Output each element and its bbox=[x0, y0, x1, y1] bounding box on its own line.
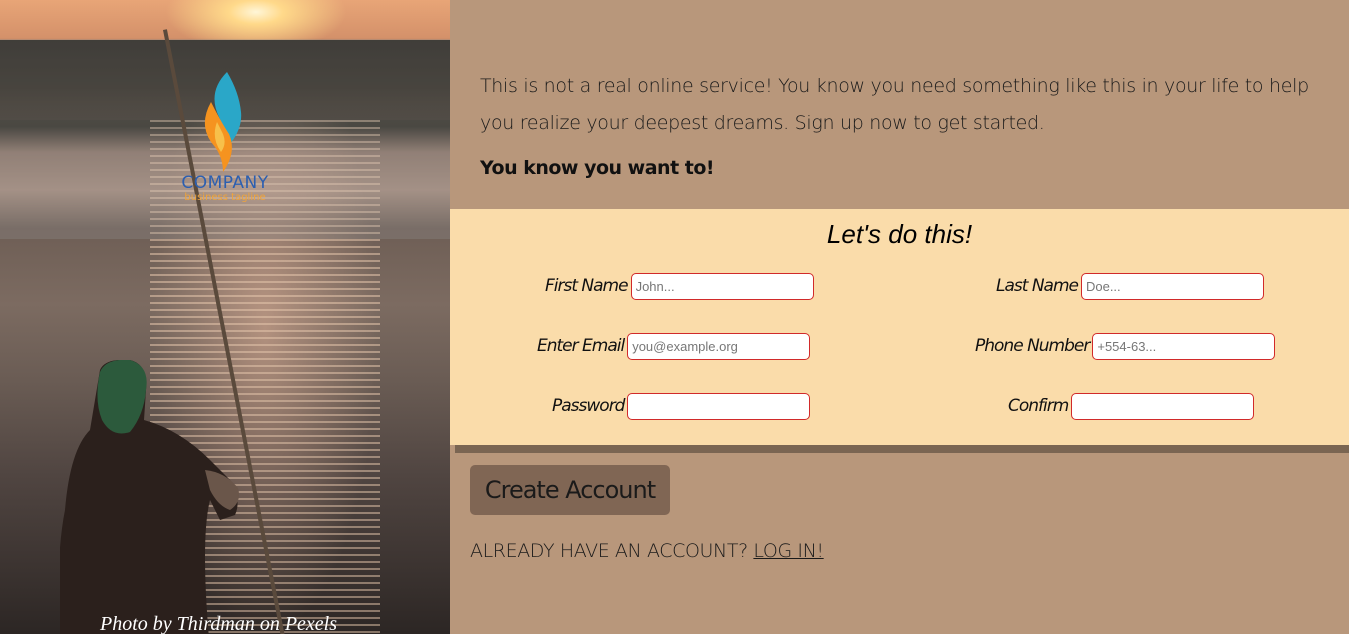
confirm-row: Confirm bbox=[1008, 392, 1255, 420]
first-name-row: First Name bbox=[545, 272, 814, 300]
fisherman-silhouette bbox=[60, 360, 239, 634]
first-name-input[interactable] bbox=[630, 272, 814, 300]
confirm-password-input[interactable] bbox=[1071, 392, 1255, 420]
email-row: Enter Email bbox=[537, 332, 811, 360]
phone-input[interactable] bbox=[1092, 332, 1276, 360]
signup-form: Let's do this! First Name Last Name Ente… bbox=[450, 209, 1349, 445]
phone-label: Phone Number bbox=[975, 336, 1090, 356]
intro-text: This is not a real online service! You k… bbox=[480, 75, 1309, 134]
intro-section: This is not a real online service! You k… bbox=[480, 68, 1330, 187]
password-label: Password bbox=[552, 396, 625, 416]
logo-brand-text: COMPANY bbox=[181, 173, 269, 193]
form-divider bbox=[455, 445, 1349, 453]
password-row: Password bbox=[552, 392, 811, 420]
photo-credit: Photo by Thirdman on Pexels bbox=[100, 613, 338, 634]
login-prompt: ALREADY HAVE AN ACCOUNT? LOG IN! bbox=[470, 540, 824, 562]
hero-photo: COMPANY business tagline Photo by Thirdm… bbox=[0, 0, 450, 634]
password-input[interactable] bbox=[627, 392, 811, 420]
email-input[interactable] bbox=[627, 332, 811, 360]
last-name-label: Last Name bbox=[996, 276, 1079, 296]
flame-icon bbox=[204, 72, 242, 172]
login-prompt-text: ALREADY HAVE AN ACCOUNT? bbox=[470, 540, 748, 562]
first-name-label: First Name bbox=[545, 276, 629, 296]
last-name-row: Last Name bbox=[996, 272, 1264, 300]
phone-row: Phone Number bbox=[975, 332, 1276, 360]
login-link[interactable]: LOG IN! bbox=[753, 540, 824, 562]
create-account-button[interactable]: Create Account bbox=[470, 465, 670, 515]
confirm-label: Confirm bbox=[1008, 396, 1069, 416]
signup-page: COMPANY business tagline Photo by Thirdm… bbox=[0, 0, 1349, 634]
form-title: Let's do this! bbox=[826, 219, 973, 249]
intro-emphasis: You know you want to! bbox=[480, 157, 715, 179]
logo-tagline-text: business tagline bbox=[184, 192, 266, 203]
signup-content: This is not a real online service! You k… bbox=[450, 0, 1349, 634]
email-label: Enter Email bbox=[537, 336, 625, 356]
company-logo: COMPANY business tagline bbox=[170, 72, 280, 207]
last-name-input[interactable] bbox=[1080, 272, 1264, 300]
